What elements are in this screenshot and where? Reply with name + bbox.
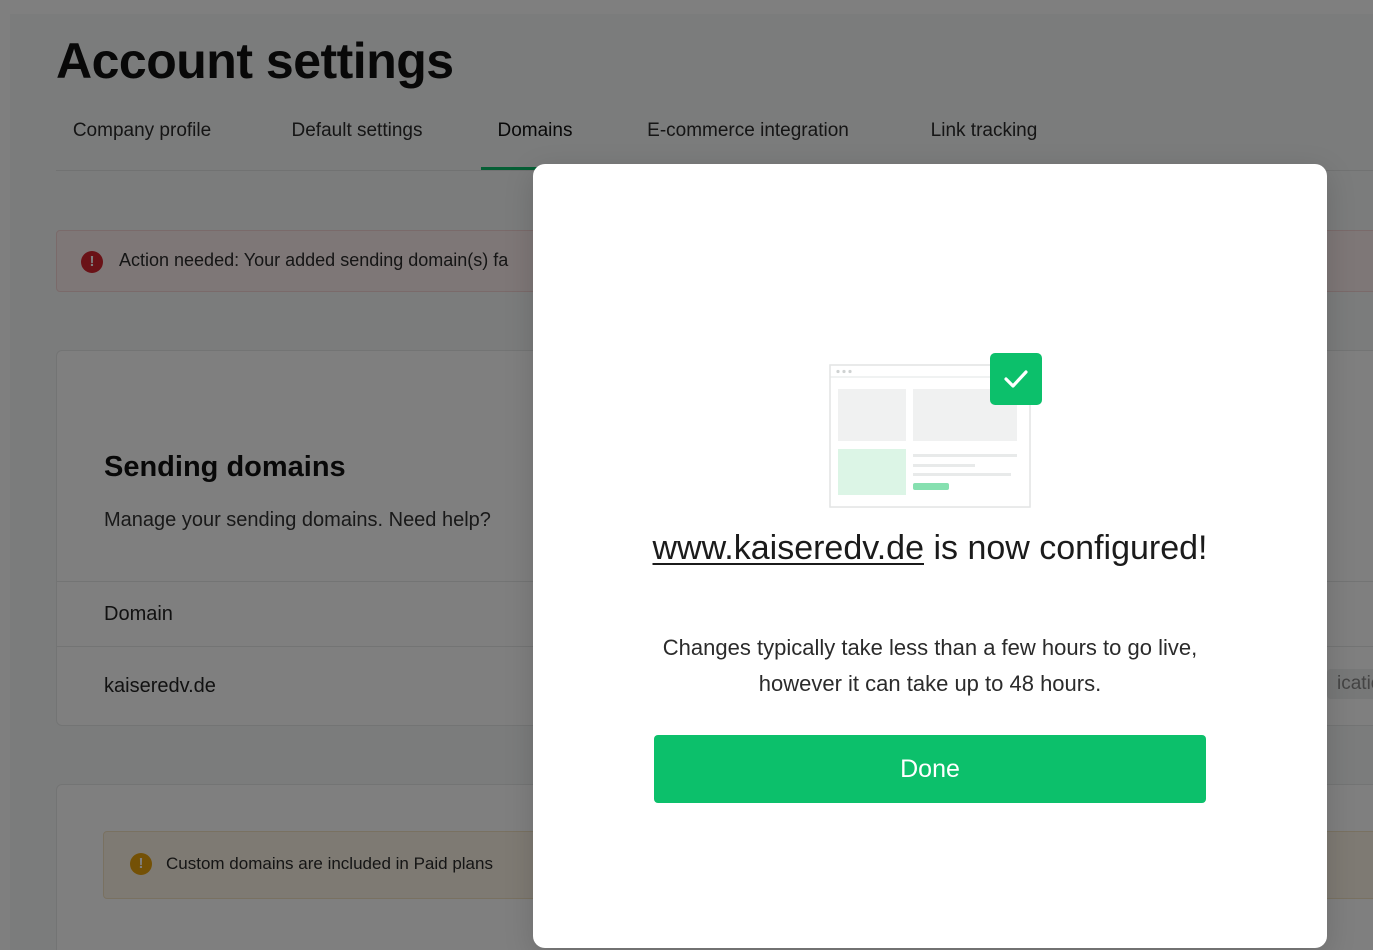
- domain-link[interactable]: www.kaiseredv.de: [653, 529, 925, 567]
- browser-window-with-check-icon: [829, 353, 1042, 508]
- modal-title-text: is now configured!: [924, 529, 1208, 567]
- modal-title: www.kaiseredv.de is now configured!: [533, 526, 1327, 570]
- domain-configured-modal: www.kaiseredv.de is now configured! Chan…: [533, 164, 1327, 948]
- done-button[interactable]: Done: [654, 735, 1206, 803]
- modal-description: Changes typically take less than a few h…: [662, 635, 1198, 696]
